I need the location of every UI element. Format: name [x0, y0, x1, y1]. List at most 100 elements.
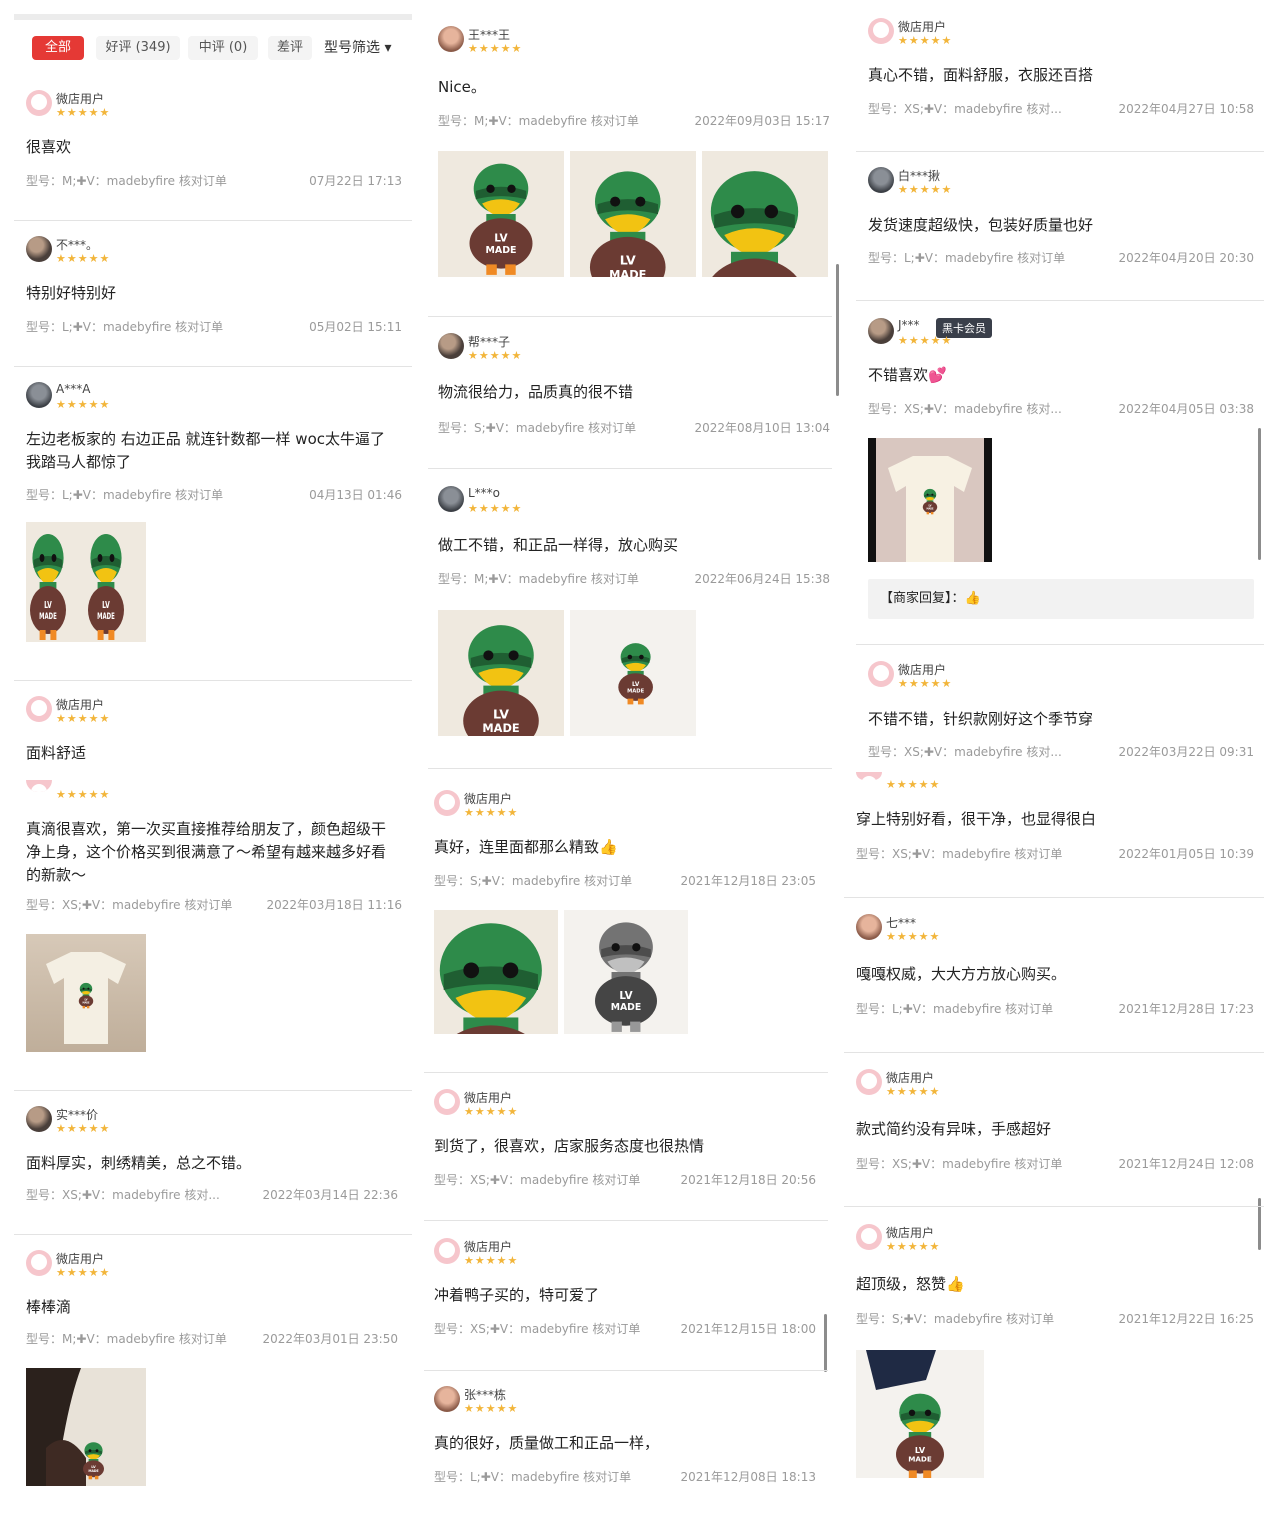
review-meta: 型号：L;✚V：madebyfire 核对订单: [26, 488, 224, 502]
user-name: 张***栋: [464, 1388, 507, 1402]
review-photo[interactable]: [564, 910, 688, 1034]
review-text: 棒棒滴: [26, 1298, 72, 1316]
review-text: 到货了，很喜欢，店家服务态度也很热情: [434, 1137, 705, 1155]
review-text: 很喜欢: [26, 138, 72, 156]
divider: [424, 1370, 828, 1371]
review-meta: 型号：S;✚V：madebyfire 核对订单: [434, 874, 633, 888]
star-rating: ★★★★★: [56, 398, 111, 411]
review-date: 2021年12月22日 16:25: [1118, 1312, 1254, 1326]
review-date: 2022年09月03日 15:17: [694, 114, 830, 128]
review-date: 2022年06月24日 15:38: [694, 572, 830, 586]
scrollbar[interactable]: [836, 264, 839, 396]
user-name: 不***。: [56, 238, 99, 252]
divider: [856, 151, 1264, 152]
review-text: 真好，连里面都那么精致👍: [434, 838, 618, 856]
divider: [428, 768, 832, 769]
filter-tab-negative[interactable]: 差评: [268, 36, 312, 60]
review-photo[interactable]: [856, 1350, 984, 1478]
user-avatar: [868, 18, 894, 44]
review-meta: 型号：M;✚V：madebyfire 核对订单: [26, 174, 227, 188]
model-filter-dropdown[interactable]: 型号筛选 ▾: [324, 36, 391, 60]
shirt-photo-icon: [866, 1350, 944, 1478]
star-rating: ★★★★★: [898, 183, 953, 196]
filter-tab-all[interactable]: 全部: [32, 36, 84, 60]
user-avatar: [26, 1106, 52, 1132]
user-name: 微店用户: [464, 1091, 513, 1105]
review-meta: 型号：XS;✚V：madebyfire 核对订单: [434, 1322, 641, 1336]
user-avatar: [26, 780, 52, 792]
review-date: 2022年04月27日 10:58: [1118, 102, 1254, 116]
review-photo[interactable]: [868, 438, 992, 562]
review-date: 05月02日 15:11: [309, 320, 402, 334]
review-meta: 型号：XS;✚V：madebyfire 核对...: [26, 1188, 220, 1202]
review-photo[interactable]: [570, 610, 696, 736]
duck-photo-icon: [704, 171, 805, 277]
user-avatar: [868, 318, 894, 344]
review-text: 真的很好，质量做工和正品一样，: [434, 1434, 660, 1452]
user-avatar: [438, 333, 464, 359]
user-name: A***A: [56, 382, 91, 396]
review-text: 物流很给力，品质真的很不错: [438, 383, 634, 401]
user-avatar: [434, 1238, 460, 1264]
review-photo[interactable]: [702, 151, 828, 277]
divider: [428, 316, 832, 317]
star-rating: ★★★★★: [886, 930, 941, 943]
review-meta: 型号：XS;✚V：madebyfire 核对...: [868, 402, 1062, 416]
review-photo[interactable]: [438, 610, 564, 736]
review-text: 真心不错，面料舒服，衣服还百搭: [868, 66, 1094, 84]
review-photo[interactable]: [26, 1368, 146, 1486]
review-date: 2022年03月22日 09:31: [1118, 745, 1254, 759]
scrollbar[interactable]: [824, 1314, 827, 1372]
user-avatar: [856, 772, 882, 780]
review-text: 做工不错，和正品一样得，放心购买: [438, 536, 679, 554]
review-date: 2022年04月05日 03:38: [1118, 402, 1254, 416]
review-date: 2022年08月10日 13:04: [694, 421, 830, 435]
review-meta: 型号：M;✚V：madebyfire 核对订单: [438, 114, 639, 128]
review-text: 穿上特别好看，很干净，也显得很白: [856, 810, 1097, 828]
divider: [14, 366, 412, 367]
user-name: 微店用户: [886, 1226, 935, 1240]
user-name: 微店用户: [898, 663, 947, 677]
filter-tab-positive[interactable]: 好评 (349): [96, 36, 180, 60]
star-rating: ★★★★★: [464, 806, 519, 819]
user-name: 微店用户: [56, 92, 105, 106]
review-photo[interactable]: [438, 151, 564, 277]
star-rating: ★★★★★: [56, 106, 111, 119]
review-text: 真滴很喜欢，第一次买直接推荐给朋友了，颜色超级干净上身，这个价格买到很满意了～希…: [26, 820, 387, 884]
filter-tab-neutral[interactable]: 中评 (0): [188, 36, 258, 60]
review-meta: 型号：M;✚V：madebyfire 核对订单: [26, 1332, 227, 1346]
scrollbar[interactable]: [1258, 428, 1261, 560]
user-name: L***o: [468, 486, 501, 500]
review-photo[interactable]: [434, 910, 558, 1034]
review-column-2: 王***王 ★★★★★ Nice。 型号：M;✚V：madebyfire 核对订…: [420, 0, 840, 1513]
user-avatar: [868, 167, 894, 193]
star-rating: ★★★★★: [56, 1122, 111, 1135]
review-meta: 型号：XS;✚V：madebyfire 核对...: [868, 745, 1062, 759]
star-rating: ★★★★★: [464, 1254, 519, 1267]
review-meta: 型号：XS;✚V：madebyfire 核对订单: [434, 1173, 641, 1187]
review-meta: 型号：XS;✚V：madebyfire 核对...: [868, 102, 1062, 116]
user-name: 白***揪: [898, 169, 941, 183]
duck-photo-icon: [469, 163, 533, 275]
star-rating: ★★★★★: [56, 712, 111, 725]
review-meta: 型号：XS;✚V：madebyfire 核对订单: [856, 847, 1063, 861]
duck-photo-icon: [618, 643, 653, 705]
review-column-1: 全部 好评 (349) 中评 (0) 差评 型号筛选 ▾ 微店用户 ★★★★★ …: [0, 0, 420, 1513]
review-meta: 型号：XS;✚V：madebyfire 核对订单: [856, 1157, 1063, 1171]
review-text: 面料舒适: [26, 744, 87, 762]
duck-photo-icon: [595, 922, 657, 1032]
review-column-3: 微店用户 ★★★★★ 真心不错，面料舒服，衣服还百搭 型号：XS;✚V：made…: [840, 0, 1280, 1513]
review-date: 2021年12月24日 12:08: [1118, 1157, 1254, 1171]
review-photo[interactable]: [26, 522, 146, 642]
star-rating: ★★★★★: [464, 1402, 519, 1415]
star-rating: ★★★★★: [898, 677, 953, 690]
star-rating: ★★★★★: [56, 1266, 111, 1279]
review-photo[interactable]: [570, 151, 696, 277]
duck-photo-icon: [589, 171, 666, 277]
review-photo[interactable]: [26, 934, 146, 1052]
review-date: 2022年01月05日 10:39: [1118, 847, 1254, 861]
review-meta: 型号：L;✚V：madebyfire 核对订单: [856, 1002, 1054, 1016]
user-avatar: [26, 1250, 52, 1276]
star-rating: ★★★★★: [468, 349, 523, 362]
review-date: 2021年12月18日 20:56: [680, 1173, 816, 1187]
